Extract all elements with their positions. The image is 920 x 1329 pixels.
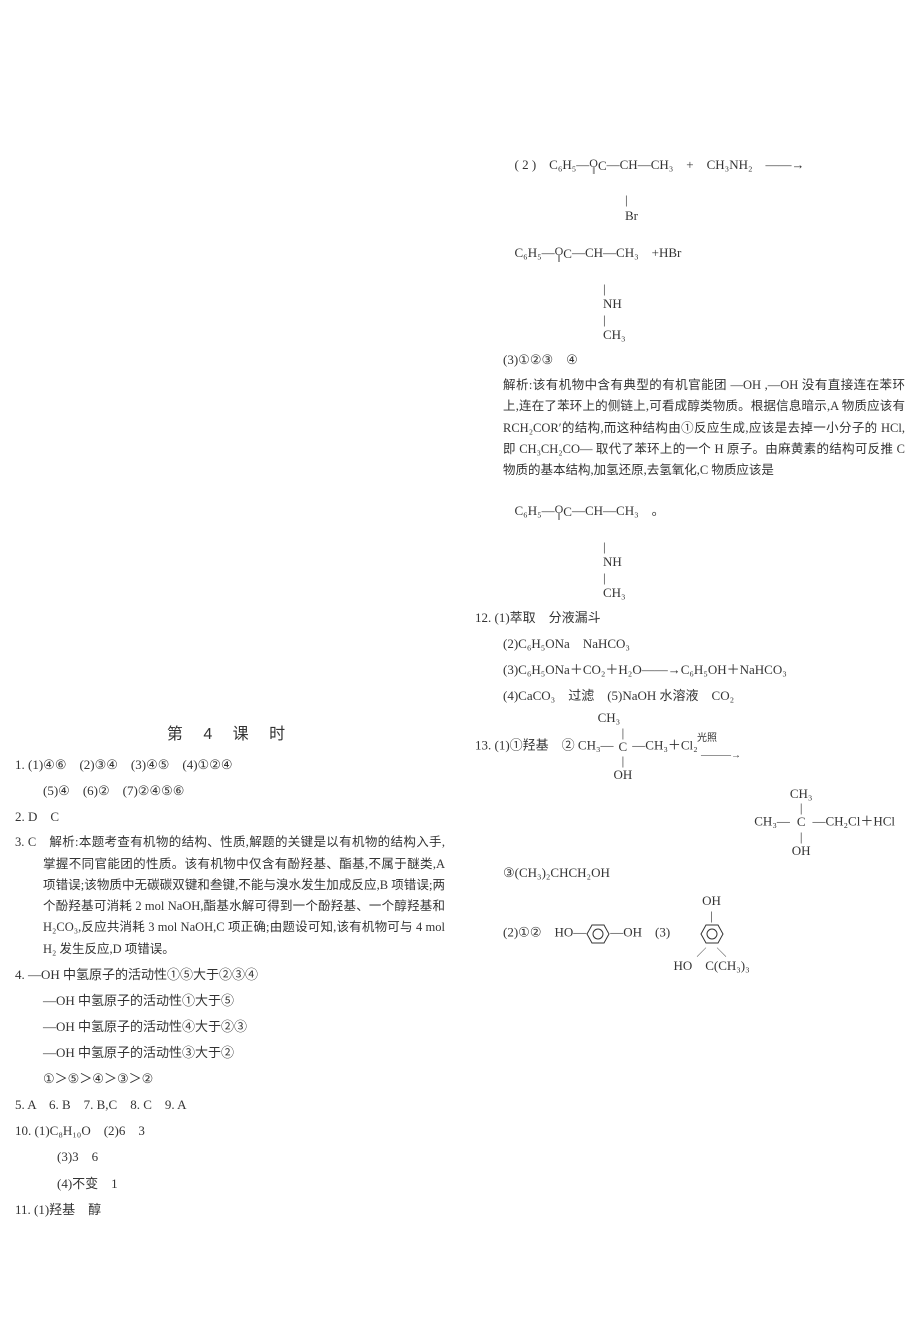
r-3: (3)①②③ ④	[475, 349, 905, 371]
struct-c-right: —CH—CH₃ 。	[572, 503, 665, 518]
q13-product: CH₃—CH₃|C|OH—CH₂Cl＋HCl	[475, 787, 905, 858]
q4-l2: —OH 中氢原子的活动性①大于⑤	[15, 990, 445, 1012]
q4-l3: —OH 中氢原子的活动性④大于②③	[15, 1016, 445, 1038]
q13-l1b-bot: OH	[614, 767, 633, 782]
r-eq2-ch3-text: CH₃	[603, 327, 626, 342]
r-eq2-mid: —CH—CH₃ +HBr	[572, 245, 681, 260]
reaction-2-product: C₆H₅—C—CH—CH₃ +HBr	[495, 229, 905, 278]
r-eq1-mid: —CH—CH₃ + CH₃NH₂ ——→	[607, 157, 805, 172]
q13-l1a: 13. (1)①羟基 ② CH₃—	[475, 738, 614, 753]
q13-3-struct: OH| ／ ＼ HO C(CH₃)₃	[673, 894, 749, 973]
q13-l1b-mid: C	[619, 739, 628, 754]
section-title: 第 4 课 时	[15, 720, 445, 744]
q10-l3: (4)不变 1	[15, 1173, 445, 1195]
q13-3-top: OH	[702, 893, 721, 908]
r-eq2-left: C₆H₅—	[515, 245, 555, 260]
q13-l1c: —CH₃＋Cl₂	[632, 738, 701, 753]
q4-l5: ①＞⑤＞④＞③＞②	[15, 1068, 445, 1090]
light-condition: 光照———→	[701, 730, 741, 764]
q13-prod-frag: CH₃|C|OH	[790, 787, 813, 858]
q11: 11. (1)羟基 醇	[15, 1199, 445, 1221]
q13-3-bot: HO C(CH₃)₃	[673, 958, 749, 973]
q13-cond: 光照	[697, 733, 717, 744]
q12-l2: (2)C₆H₅ONa NaHCO₃	[475, 633, 905, 655]
q13-prod-right: —CH₂Cl＋HCl	[812, 813, 895, 828]
reaction-2-reactant: ( 2 ) C₆H₅—C—CH—CH₃ + CH₃NH₂ ——→	[495, 141, 905, 190]
q12-l3: (3)C₆H₅ONa＋CO₂＋H₂O——→C₆H₅OH＋NaHCO₃	[475, 659, 905, 681]
carbonyl-icon	[555, 245, 564, 263]
q10-l1: 10. (1)C₈H₁₀O (2)6 3	[15, 1120, 445, 1142]
q13-2-3: (2)①② HO— —OH (3) OH| ／ ＼ HO C(CH₃)₃	[475, 894, 905, 973]
q13-prod-left: CH₃—	[754, 813, 790, 828]
carbonyl-icon	[589, 157, 598, 175]
q13-l1: 13. (1)①羟基 ② CH₃—CH₃|C|OH—CH₃＋Cl₂ 光照———→	[475, 711, 905, 782]
right-column: ( 2 ) C₆H₅—C—CH—CH₃ + CH₃NH₂ ——→ | Br C₆…	[460, 0, 920, 1329]
q13-l3: ③(CH₃)₂CHCH₂OH	[475, 862, 905, 884]
q2: 2. D C	[15, 806, 445, 828]
carbonyl-icon	[555, 503, 564, 521]
q13-prod-top: CH₃	[790, 786, 813, 801]
q3: 3. C 解析:本题考查有机物的结构、性质,解题的关键是以有机物的结构入手,掌握…	[15, 832, 445, 960]
r-eq2-nh-text: NH	[603, 296, 622, 311]
struct-c: C₆H₅—C—CH—CH₃ 。	[495, 487, 905, 536]
q13-l1b-top: CH₃	[598, 710, 621, 725]
struct-c-left: C₆H₅—	[515, 503, 555, 518]
q13-2-b: —OH (3)	[610, 925, 670, 940]
q13-prod-bot: OH	[792, 843, 811, 858]
q12-l4: (4)CaCO₃ 过滤 (5)NaOH 水溶液 CO₂	[475, 685, 905, 707]
q1-line1: 1. (1)④⑥ (2)③④ (3)④⑤ (4)①②④	[15, 754, 445, 776]
r-analysis: 解析:该有机物中含有典型的有机官能团 —OH ,—OH 没有直接连在苯环上,连在…	[475, 375, 905, 481]
left-column: 第 4 课 时 1. (1)④⑥ (2)③④ (3)④⑤ (4)①②④ (5)④…	[0, 0, 460, 1329]
q1-line2: (5)④ (6)② (7)②④⑤⑥	[15, 780, 445, 802]
r-eq1-br-text: Br	[625, 208, 638, 223]
q5-9: 5. A 6. B 7. B,C 8. C 9. A	[15, 1094, 445, 1116]
q10-l2: (3)3 6	[15, 1146, 445, 1168]
q13-arrow: ———→	[701, 750, 741, 761]
reaction-2-br: | Br	[625, 192, 905, 223]
struct-c-nh: NH	[603, 554, 622, 569]
struct-c-ch3: CH₃	[603, 585, 626, 600]
r-eq1-left: ( 2 ) C₆H₅—	[515, 157, 590, 172]
q13-2-a: (2)①② HO—	[503, 925, 586, 940]
reaction-2-nh: | NH | CH₃	[603, 281, 905, 343]
q4-l4: —OH 中氢原子的活动性③大于②	[15, 1042, 445, 1064]
struct-c-tail: | NH | CH₃	[603, 539, 905, 601]
benzene-icon	[700, 923, 724, 945]
q12-l1: 12. (1)萃取 分液漏斗	[475, 607, 905, 629]
q4-l1: 4. —OH 中氢原子的活动性①⑤大于②③④	[15, 964, 445, 986]
q13-prod-mid: C	[797, 814, 806, 829]
q13-frag1: CH₃|C|OH	[614, 711, 633, 782]
benzene-icon	[586, 923, 610, 945]
